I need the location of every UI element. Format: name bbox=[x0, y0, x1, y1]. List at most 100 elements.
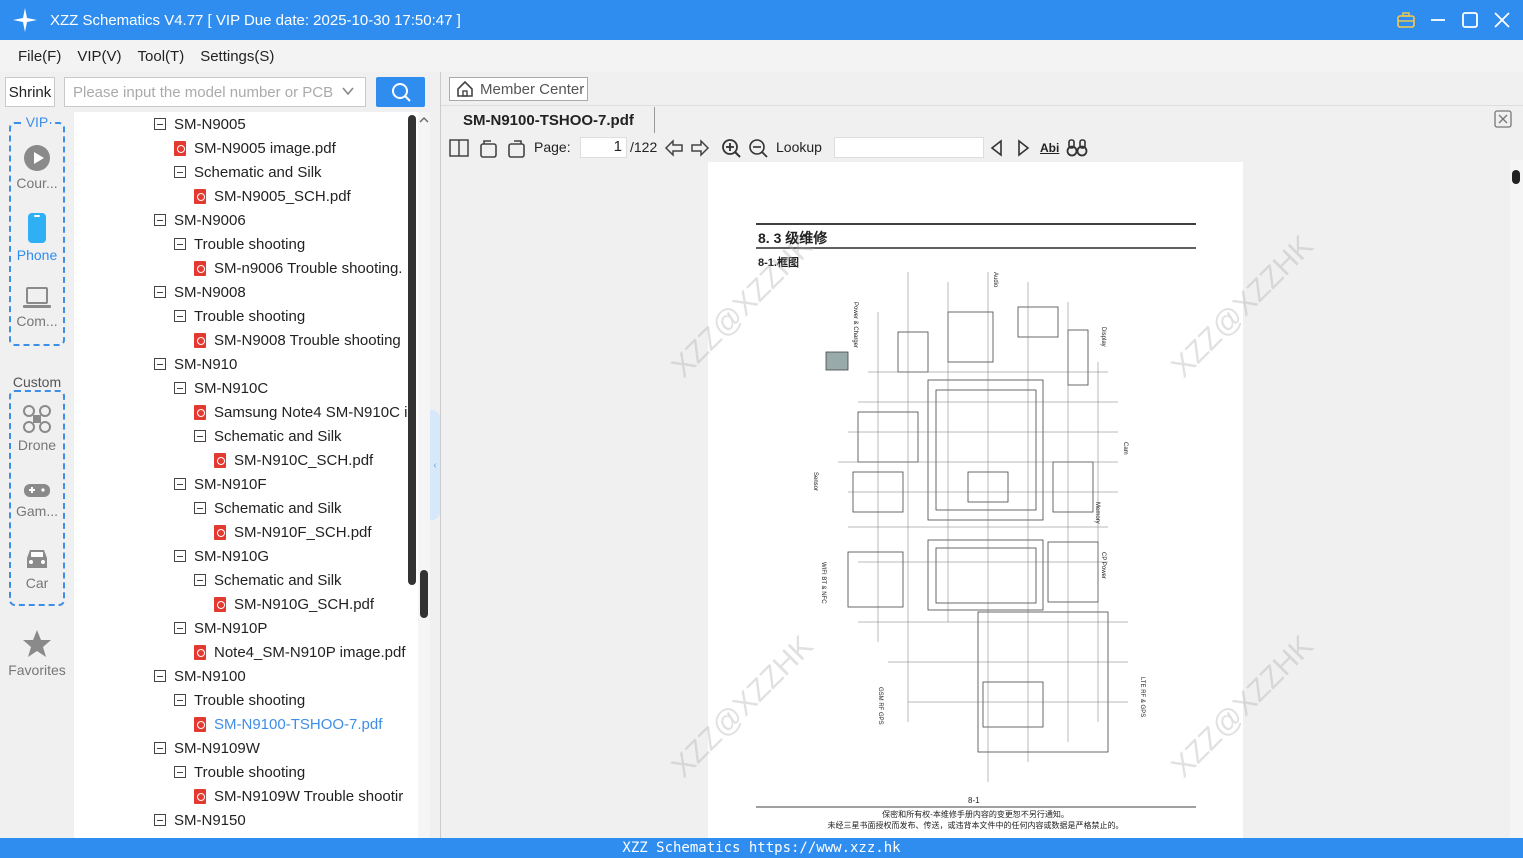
document-tab[interactable]: SM-N9100-TSHOO-7.pdf bbox=[450, 107, 655, 133]
collapse-icon[interactable] bbox=[174, 478, 186, 490]
prev-page-icon[interactable] bbox=[664, 137, 684, 159]
collapse-icon[interactable] bbox=[174, 766, 186, 778]
collapse-icon[interactable] bbox=[174, 238, 186, 250]
tree-folder-item[interactable]: Schematic and Silk bbox=[194, 424, 342, 448]
tree-file-item[interactable]: SM-N910C_SCH.pdf bbox=[214, 448, 373, 472]
lookup-input[interactable] bbox=[834, 137, 984, 158]
tree-folder-item[interactable]: Schematic and Silk bbox=[174, 160, 322, 184]
maximize-icon[interactable] bbox=[1459, 9, 1481, 31]
collapse-icon[interactable] bbox=[174, 622, 186, 634]
tree-folder-item[interactable]: SM-N9006 bbox=[154, 208, 246, 232]
member-center-button[interactable]: Member Center bbox=[449, 77, 588, 101]
tree-file-item[interactable]: SM-N910F_SCH.pdf bbox=[214, 520, 372, 544]
sidebar-item-computer[interactable]: Com... bbox=[0, 286, 74, 329]
page-total: /122 bbox=[630, 139, 658, 155]
collapse-panel-handle[interactable]: ‹ bbox=[430, 410, 440, 520]
tree-folder-item[interactable]: Trouble shooting bbox=[174, 304, 305, 328]
tree-folder-item[interactable]: Trouble shooting bbox=[174, 760, 305, 784]
tree-folder-item[interactable]: SM-N910P bbox=[174, 616, 267, 640]
sidebar-item-drone[interactable]: Drone bbox=[0, 404, 74, 453]
collapse-icon[interactable] bbox=[174, 166, 186, 178]
search-button[interactable] bbox=[376, 77, 425, 107]
tree-file-item[interactable]: SM-n9006 Trouble shooting. bbox=[194, 256, 402, 280]
collapse-icon[interactable] bbox=[154, 358, 166, 370]
custom-label: Custom bbox=[11, 374, 63, 390]
tree-scroll-thumb[interactable] bbox=[420, 570, 428, 618]
tree-folder-item[interactable]: SM-N9005 bbox=[154, 112, 246, 136]
chevron-down-icon[interactable] bbox=[341, 84, 355, 102]
sidebar-toggle-icon[interactable] bbox=[449, 137, 469, 159]
menu-file[interactable]: File(F) bbox=[18, 48, 61, 65]
minimize-icon[interactable] bbox=[1427, 9, 1449, 31]
shrink-button[interactable]: Shrink bbox=[5, 77, 55, 107]
tree-item-label: Trouble shooting bbox=[194, 691, 306, 709]
collapse-icon[interactable] bbox=[194, 502, 206, 514]
title-bar: XZZ Schematics V4.77 [ VIP Due date: 202… bbox=[0, 0, 1523, 40]
collapse-icon[interactable] bbox=[174, 310, 186, 322]
tree-folder-item[interactable]: SM-N910G bbox=[174, 544, 269, 568]
tree-folder-item[interactable]: Schematic and Silk bbox=[194, 496, 342, 520]
sidebar-item-favorites[interactable]: Favorites bbox=[0, 629, 74, 678]
find-prev-icon[interactable] bbox=[988, 137, 1006, 159]
viewer-scrollbar[interactable] bbox=[1510, 160, 1523, 838]
menu-settings[interactable]: Settings(S) bbox=[200, 48, 274, 65]
tree-folder-item[interactable]: Trouble shooting bbox=[174, 688, 305, 712]
tree-folder-item[interactable]: SM-N9100 bbox=[154, 664, 246, 688]
sidebar-item-car[interactable]: Car bbox=[0, 546, 74, 591]
tree-scrollbar[interactable] bbox=[418, 112, 430, 838]
tree-folder-item[interactable]: Trouble shooting bbox=[174, 232, 305, 256]
tree-folder-item[interactable]: SM-N910 bbox=[154, 352, 237, 376]
menu-vip[interactable]: VIP(V) bbox=[77, 48, 121, 65]
collapse-icon[interactable] bbox=[194, 574, 206, 586]
tree-folder-item[interactable]: SM-N910C bbox=[174, 376, 268, 400]
tree-file-item[interactable]: Note4_SM-N910P image.pdf bbox=[194, 640, 406, 664]
tree-file-item[interactable]: SM-N910G_SCH.pdf bbox=[214, 592, 374, 616]
collapse-icon[interactable] bbox=[174, 694, 186, 706]
match-case-icon[interactable]: Abi bbox=[1040, 137, 1059, 159]
app-logo-icon bbox=[0, 0, 50, 40]
briefcase-icon[interactable] bbox=[1395, 9, 1417, 31]
tree-scroll-track[interactable] bbox=[408, 115, 416, 585]
collapse-icon[interactable] bbox=[154, 742, 166, 754]
diagram-label-gsm: GSM RF GPS bbox=[877, 687, 883, 725]
pdf-file-icon bbox=[194, 260, 206, 276]
collapse-icon[interactable] bbox=[154, 814, 166, 826]
collapse-icon[interactable] bbox=[154, 286, 166, 298]
tree-folder-item[interactable]: SM-N9150 bbox=[154, 808, 246, 832]
pdf-file-icon bbox=[174, 140, 186, 156]
rotate-right-icon[interactable] bbox=[506, 137, 526, 159]
sidebar-item-courses[interactable]: Cour... bbox=[0, 144, 74, 191]
collapse-icon[interactable] bbox=[154, 118, 166, 130]
viewer-scroll-thumb[interactable] bbox=[1512, 170, 1520, 184]
page-number-input[interactable]: 1 bbox=[580, 137, 627, 158]
zoom-out-icon[interactable] bbox=[748, 137, 768, 159]
tree-file-item[interactable]: SM-N9109W Trouble shootir bbox=[194, 784, 403, 808]
tree-file-item[interactable]: SM-N9005_SCH.pdf bbox=[194, 184, 351, 208]
tree-folder-item[interactable]: SM-N9008 bbox=[154, 280, 246, 304]
tree-file-item[interactable]: SM-N9005 image.pdf bbox=[174, 136, 336, 160]
collapse-icon[interactable] bbox=[174, 550, 186, 562]
tree-file-item[interactable]: Samsung Note4 SM-N910C i bbox=[194, 400, 407, 424]
close-icon[interactable] bbox=[1491, 9, 1513, 31]
zoom-in-icon[interactable] bbox=[721, 137, 741, 159]
model-tree: SM-N9005 SM-N9005 image.pdf Schematic and … bbox=[74, 112, 418, 838]
collapse-icon[interactable] bbox=[174, 382, 186, 394]
close-tab-icon[interactable] bbox=[1494, 110, 1512, 131]
tree-folder-item[interactable]: Schematic and Silk bbox=[194, 568, 342, 592]
sidebar-item-label: Car bbox=[25, 575, 49, 591]
search-input[interactable]: Please input the model number or PCB bbox=[64, 77, 366, 107]
sidebar-item-game[interactable]: Gam... bbox=[0, 480, 74, 519]
sidebar-item-phone[interactable]: Phone bbox=[0, 212, 74, 263]
menu-tool[interactable]: Tool(T) bbox=[138, 48, 185, 65]
tree-file-item[interactable]: SM-N9100-TSHOO-7.pdf bbox=[194, 712, 382, 736]
collapse-icon[interactable] bbox=[194, 430, 206, 442]
collapse-icon[interactable] bbox=[154, 670, 166, 682]
tree-file-item[interactable]: SM-N9008 Trouble shooting bbox=[194, 328, 401, 352]
tree-folder-item[interactable]: SM-N9109W bbox=[154, 736, 260, 760]
collapse-icon[interactable] bbox=[154, 214, 166, 226]
find-next-icon[interactable] bbox=[1014, 137, 1032, 159]
tree-folder-item[interactable]: SM-N910F bbox=[174, 472, 267, 496]
rotate-left-icon[interactable] bbox=[479, 137, 499, 159]
binoculars-icon[interactable] bbox=[1066, 137, 1088, 159]
next-page-icon[interactable] bbox=[690, 137, 710, 159]
